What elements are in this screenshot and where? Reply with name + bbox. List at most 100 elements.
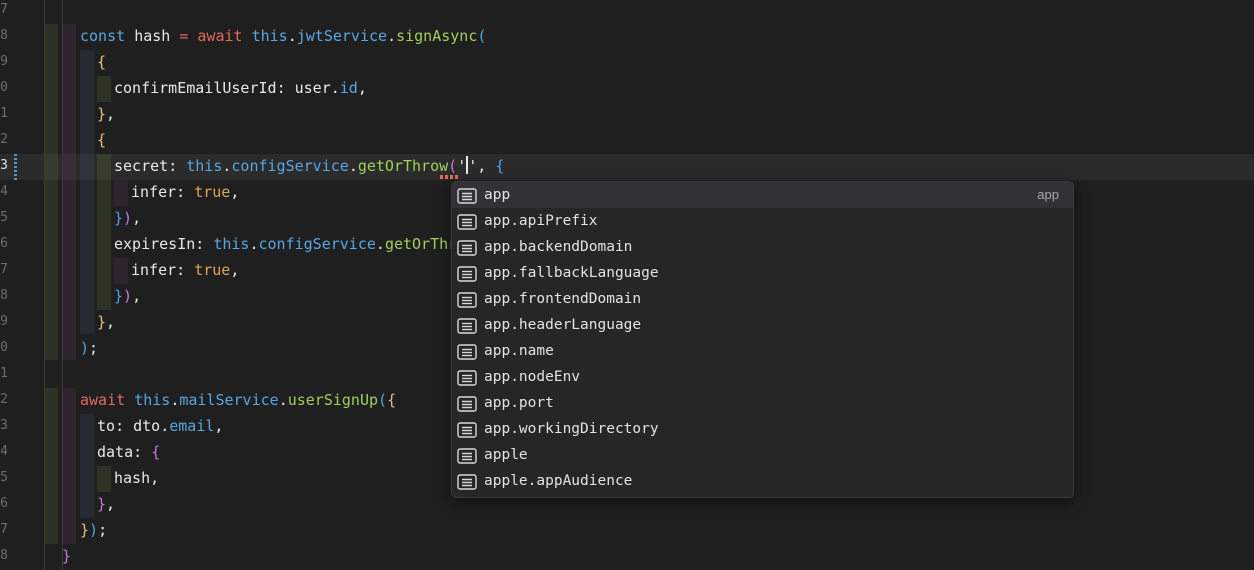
suggestion-label: app.workingDirectory	[484, 421, 659, 437]
code-line[interactable]: }),	[114, 205, 141, 231]
code-token: getOrThrow	[357, 157, 449, 175]
line-number: 0	[0, 80, 8, 95]
code-line[interactable]: }	[62, 543, 71, 569]
line-number: 6	[0, 236, 8, 251]
code-token: user	[294, 79, 331, 97]
code-token: .	[170, 391, 180, 409]
code-token: :	[195, 235, 214, 253]
code-token: }	[80, 521, 90, 539]
code-line[interactable]: expiresIn: this.configService.getOrThro	[114, 231, 466, 257]
code-line[interactable]: {	[97, 127, 106, 153]
indent-guide-band	[97, 154, 111, 310]
line-number: 0	[0, 340, 8, 355]
code-token: ,	[214, 417, 224, 435]
code-token: await	[197, 27, 252, 45]
error-squiggle	[440, 175, 458, 179]
code-token: .	[330, 79, 340, 97]
property-icon	[457, 395, 477, 412]
line-number: 3	[0, 158, 8, 173]
code-token: this	[134, 391, 171, 409]
code-token: this	[213, 235, 250, 253]
code-token: :	[133, 443, 152, 461]
code-token: infer	[131, 261, 177, 279]
code-token: .	[375, 235, 385, 253]
indent-guide-band	[80, 414, 94, 518]
code-token: secret	[114, 157, 169, 175]
code-token: }	[97, 495, 107, 513]
code-token: to	[97, 417, 116, 435]
code-token: true	[194, 183, 231, 201]
line-number: 2	[0, 132, 8, 147]
suggestion-item[interactable]: app.port	[452, 390, 1073, 416]
code-token: hash	[114, 469, 151, 487]
suggestion-item[interactable]: app.apiPrefix	[452, 208, 1073, 234]
code-token: =	[179, 27, 198, 45]
suggestion-item[interactable]: app.nodeEnv	[452, 364, 1073, 390]
line-number: 3	[0, 418, 8, 433]
suggestion-item[interactable]: app app	[452, 182, 1073, 208]
suggestion-item[interactable]: app.backendDomain	[452, 234, 1073, 260]
line-number: 7	[0, 2, 8, 17]
code-token: ,	[357, 79, 367, 97]
code-token: }	[62, 547, 72, 565]
line-number: 2	[0, 392, 8, 407]
code-line[interactable]: },	[97, 101, 115, 127]
code-line[interactable]: },	[97, 491, 115, 517]
property-icon	[457, 473, 477, 490]
code-token: }	[114, 287, 124, 305]
code-token: ,	[230, 261, 240, 279]
code-token: {	[387, 391, 397, 409]
suggestion-item[interactable]: app.fallbackLanguage	[452, 260, 1073, 286]
code-line[interactable]: data: {	[97, 439, 160, 465]
code-token: )	[89, 521, 99, 539]
suggestion-item[interactable]: app.workingDirectory	[452, 416, 1073, 442]
code-token: ,	[132, 287, 142, 305]
code-line[interactable]: );	[80, 335, 98, 361]
indent-guide-band	[62, 24, 76, 360]
line-number: 9	[0, 314, 8, 329]
code-line[interactable]: hash,	[114, 465, 159, 491]
suggestion-item[interactable]: app.headerLanguage	[452, 312, 1073, 338]
code-line[interactable]: to: dto.email,	[97, 413, 223, 439]
code-token: {	[97, 53, 107, 71]
suggestion-label: app.headerLanguage	[484, 317, 642, 333]
code-token: id	[339, 79, 358, 97]
property-icon	[457, 317, 477, 334]
code-token: infer	[131, 183, 177, 201]
suggestion-item[interactable]: app.frontendDomain	[452, 286, 1073, 312]
property-icon	[457, 187, 477, 204]
suggestion-label: apple	[484, 447, 528, 463]
suggestion-label: app.fallbackLanguage	[484, 265, 659, 281]
code-token: await	[80, 391, 135, 409]
code-token: ,	[132, 209, 142, 227]
code-token: this	[251, 27, 288, 45]
suggestion-item[interactable]: apple.appAudience	[452, 468, 1073, 494]
suggestion-item[interactable]: app.name	[452, 338, 1073, 364]
modified-line-indicator	[14, 154, 17, 180]
code-line[interactable]: infer: true,	[131, 257, 239, 283]
suggestion-label: app.port	[484, 395, 554, 411]
code-line[interactable]: {	[97, 49, 106, 75]
suggestion-item[interactable]: apple	[452, 442, 1073, 468]
code-token: dto	[133, 417, 161, 435]
line-number: 7	[0, 522, 8, 537]
property-icon	[457, 421, 477, 438]
code-token: ,	[150, 469, 160, 487]
code-token: '	[457, 157, 467, 175]
code-line[interactable]: infer: true,	[131, 179, 239, 205]
code-line[interactable]: });	[80, 517, 107, 543]
autocomplete-suggest-widget[interactable]: app app app.apiPrefix app.backendDomain app.…	[451, 181, 1074, 498]
code-line[interactable]: }),	[114, 283, 141, 309]
code-line[interactable]: confirmEmailUserId: user.id,	[114, 75, 367, 101]
suggestion-label: app	[484, 187, 511, 203]
code-line[interactable]: },	[97, 309, 115, 335]
indent-guide-line	[44, 0, 45, 570]
code-token: )	[80, 339, 90, 357]
code-token: {	[97, 131, 107, 149]
code-line[interactable]: await this.mailService.userSignUp({	[80, 387, 396, 413]
code-token: .	[249, 235, 259, 253]
indent-guide-band	[114, 180, 128, 206]
suggestion-label: app.frontendDomain	[484, 291, 642, 307]
code-line[interactable]: const hash = await this.jwtService.signA…	[80, 23, 486, 49]
line-number: 9	[0, 54, 8, 69]
